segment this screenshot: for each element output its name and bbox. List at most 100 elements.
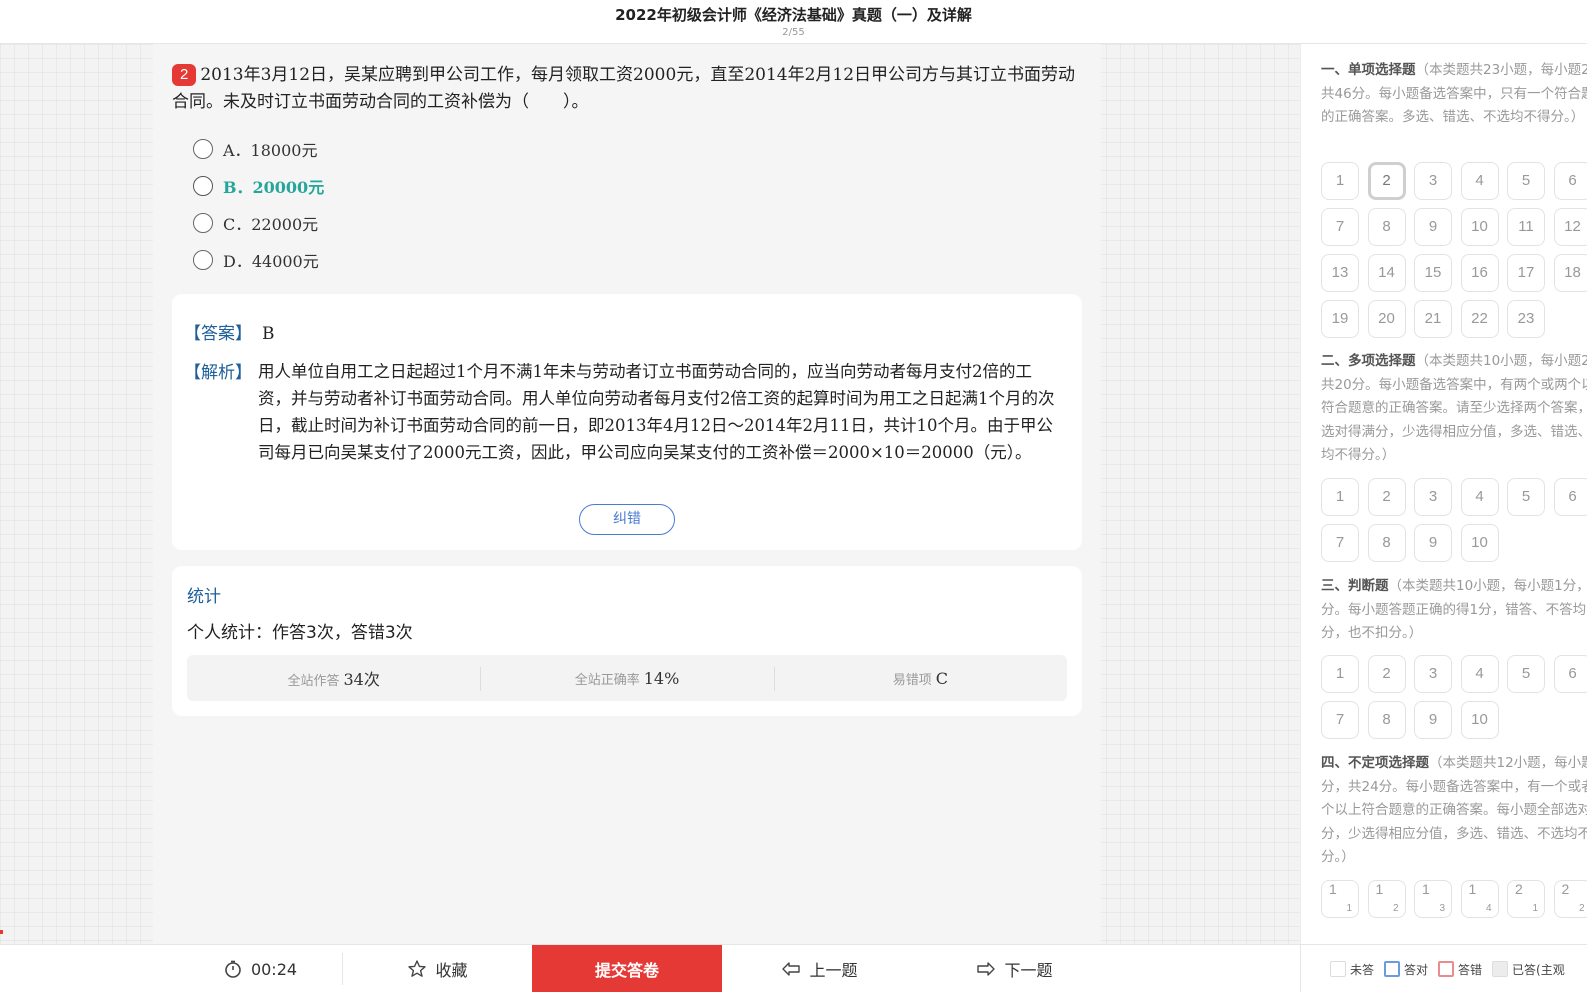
favorite-label: 收藏	[435, 961, 468, 980]
legend-answered-subjective: 已答(主观	[1492, 961, 1565, 978]
question-nav-button[interactable]: 9	[1414, 701, 1452, 739]
question-nav-button[interactable]: 1	[1321, 655, 1359, 693]
question-nav-button[interactable]: 6	[1553, 655, 1587, 693]
answer-label: 【答案】	[184, 324, 252, 344]
question-nav-button[interactable]: 5	[1507, 655, 1545, 693]
section-4-title: 四、不定项选择题	[1321, 755, 1429, 771]
question-nav-button[interactable]: 2	[1367, 478, 1406, 516]
option-b[interactable]: B．20000元	[193, 167, 324, 204]
question-nav-button[interactable]: 4	[1460, 655, 1499, 693]
radio-icon[interactable]	[193, 138, 213, 159]
question-number-badge: 2	[172, 64, 197, 86]
question-progress: 2/55	[782, 27, 805, 38]
swatch-unanswered	[1330, 961, 1346, 977]
option-c[interactable]: C．22000元	[193, 204, 324, 241]
previous-question-button[interactable]: 上一题	[722, 945, 917, 992]
nav-sub-number: 1	[1346, 903, 1352, 914]
divider	[1300, 945, 1301, 992]
nav-sub-number: 3	[1439, 903, 1445, 914]
radio-icon[interactable]	[193, 175, 213, 196]
question-nav-button[interactable]: 10	[1460, 701, 1499, 739]
question-nav-button[interactable]: 7	[1321, 208, 1359, 246]
question-nav-button[interactable]: 3	[1414, 162, 1452, 200]
next-question-button[interactable]: 下一题	[917, 945, 1112, 992]
section-4-desc: 四、不定项选择题（本类题共12小题，每小题2分，共24分。每小题备选答案中，有一…	[1321, 752, 1587, 870]
question-nav-button[interactable]: 8	[1367, 524, 1406, 562]
question-nav-button[interactable]: 2	[1367, 655, 1406, 693]
question-nav-button[interactable]: 23	[1507, 300, 1545, 338]
nav-main-number: 1	[1329, 881, 1337, 897]
submit-exam-button[interactable]: 提交答卷	[532, 945, 722, 992]
question-nav-button[interactable]: 5	[1507, 162, 1545, 200]
question-nav-button[interactable]: 11	[1321, 880, 1359, 918]
option-d[interactable]: D．44000元	[193, 241, 324, 278]
question-nav-button[interactable]: 8	[1367, 208, 1406, 246]
question-nav-button[interactable]: 17	[1507, 254, 1545, 292]
question-nav-button[interactable]: 13	[1321, 254, 1359, 292]
question-nav-button[interactable]: 10	[1460, 208, 1499, 246]
stats-title: 统计	[187, 587, 221, 607]
previous-label: 上一题	[809, 961, 858, 980]
question-nav-button[interactable]: 21	[1507, 880, 1545, 918]
question-nav-button[interactable]: 13	[1414, 880, 1452, 918]
question-nav-button[interactable]: 15	[1414, 254, 1452, 292]
statistics-card: 统计 个人统计：作答3次，答错3次 全站作答 34次 全站正确率 14% 易错项 C	[172, 566, 1082, 716]
option-label: D．44000元	[223, 251, 319, 271]
personal-stats: 个人统计：作答3次，答错3次	[187, 623, 413, 643]
question-nav-button[interactable]: 18	[1553, 254, 1587, 292]
question-nav-button[interactable]: 3	[1414, 478, 1452, 516]
question-nav-button[interactable]: 7	[1321, 524, 1359, 562]
nav-sub-number: 2	[1578, 903, 1585, 914]
question-nav-button[interactable]: 3	[1414, 655, 1452, 693]
question-nav-button[interactable]: 4	[1460, 162, 1499, 200]
question-nav-button[interactable]: 12	[1367, 880, 1406, 918]
section-1-desc: 一、单项选择题（本类题共23小题，每小题2分，共46分。每小题备选答案中，只有一…	[1321, 59, 1587, 130]
question-nav-button[interactable]: 11	[1507, 208, 1545, 246]
question-nav-button[interactable]: 21	[1414, 300, 1452, 338]
section-3-grid: 1 2 3 4 5 6 7 8 9 10	[1321, 655, 1587, 739]
question-nav-button[interactable]: 1	[1321, 162, 1359, 200]
option-label: C．22000元	[223, 214, 319, 234]
question-nav-button[interactable]: 6	[1553, 162, 1587, 200]
question-nav-button[interactable]: 5	[1507, 478, 1545, 516]
radio-icon[interactable]	[193, 212, 213, 233]
option-label: B．20000元	[223, 177, 325, 197]
legend-unanswered: 未答	[1330, 961, 1374, 978]
radio-icon[interactable]	[193, 249, 213, 270]
favorite-button[interactable]: 收藏	[345, 945, 530, 992]
question-nav-button-current[interactable]: 2	[1367, 162, 1406, 200]
swatch-answered	[1492, 961, 1509, 977]
question-nav-button[interactable]: 9	[1414, 524, 1452, 562]
question-nav-button[interactable]: 12	[1553, 208, 1587, 246]
site-stats-bar: 全站作答 34次 全站正确率 14% 易错项 C	[187, 655, 1067, 701]
question-nav-button[interactable]: 10	[1460, 524, 1499, 562]
question-nav-button[interactable]: 14	[1367, 254, 1406, 292]
question-nav-button[interactable]: 8	[1367, 701, 1406, 739]
question-nav-button[interactable]: 22	[1460, 300, 1499, 338]
report-error-button[interactable]: 纠错	[579, 504, 675, 535]
question-nav-button[interactable]: 20	[1367, 300, 1406, 338]
question-nav-button[interactable]: 14	[1460, 880, 1499, 918]
legend-correct: 答对	[1384, 961, 1428, 978]
legend-label: 答对	[1404, 962, 1429, 977]
section-1-title: 一、单项选择题	[1321, 62, 1416, 78]
question-nav-button[interactable]: 22	[1553, 880, 1587, 918]
question-nav-button[interactable]: 16	[1460, 254, 1499, 292]
question-nav-button[interactable]: 6	[1553, 478, 1587, 516]
legend-label: 答错	[1458, 962, 1483, 977]
option-a[interactable]: A．18000元	[193, 130, 324, 167]
arrow-left-icon	[782, 962, 801, 976]
question-nav-button[interactable]: 19	[1321, 300, 1359, 338]
common-wrong-stat: 易错项 C	[773, 666, 1067, 691]
site-answers-label: 全站作答	[287, 674, 340, 689]
question-nav-button[interactable]: 9	[1414, 208, 1452, 246]
answer-sheet-sidebar: 一、单项选择题（本类题共23小题，每小题2分，共46分。每小题备选答案中，只有一…	[1300, 44, 1587, 944]
question-nav-button[interactable]: 1	[1321, 478, 1359, 516]
timer: 00:24	[180, 945, 340, 992]
nav-main-number: 1	[1375, 881, 1384, 897]
question-nav-button[interactable]: 4	[1460, 478, 1499, 516]
question-nav-button[interactable]: 7	[1321, 701, 1359, 739]
swatch-wrong	[1438, 961, 1455, 977]
divider	[342, 953, 343, 985]
bottom-toolbar: 00:24 收藏 提交答卷 上一题 下一题 未答 答对 答错 已答(主观	[0, 944, 1587, 992]
